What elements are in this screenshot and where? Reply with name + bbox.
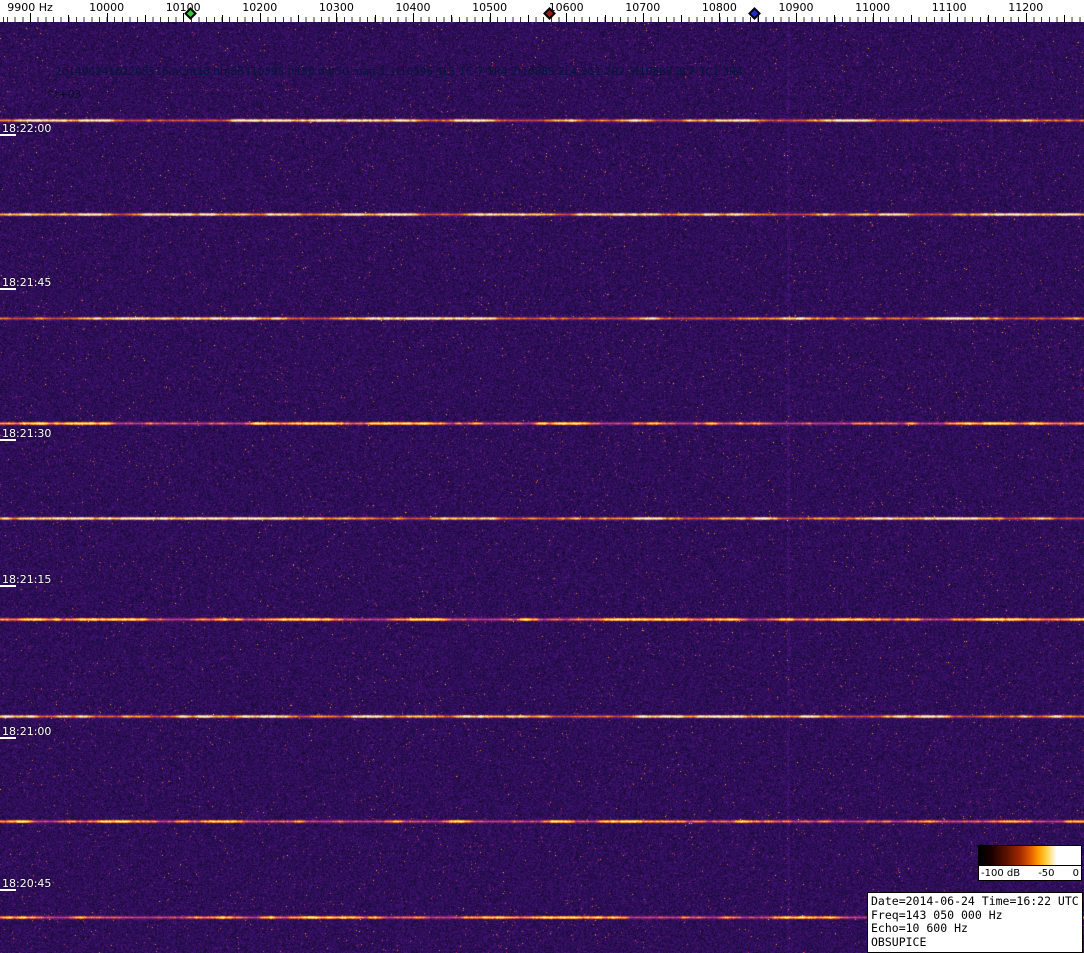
app-window: 9900 Hz 10000 10100 10200 10300 10400 10500 106… (0, 0, 1084, 953)
freq-tick-label: 11200 (1008, 1, 1044, 14)
info-freq-line: Freq=143 050 000 Hz (871, 907, 1003, 922)
time-tick-mark (0, 889, 16, 891)
time-tick-mark (0, 288, 16, 290)
freq-mid-tick-mark (374, 15, 376, 22)
freq-tick-label: 10200 (242, 1, 278, 14)
scale-note-text: ^t+03 (46, 89, 82, 101)
colorbar-gradient (978, 845, 1082, 866)
colorbar-legend: -100 dB -50 0 (978, 845, 1082, 881)
spectrogram-canvas[interactable] (0, 22, 1084, 953)
time-tick-mark (0, 134, 16, 136)
freq-tick-mark (949, 13, 951, 22)
freq-tick-label: 10800 (701, 1, 737, 14)
freq-mid-tick-mark (910, 15, 912, 22)
freq-mid-tick-mark (144, 15, 146, 22)
freq-tick-mark (719, 13, 721, 22)
freq-tick-label: 10500 (472, 1, 508, 14)
info-echo-line: Echo=10 600 Hz (871, 921, 968, 935)
freq-mid-tick-mark (451, 15, 453, 22)
freq-mid-tick-mark (987, 15, 989, 22)
freq-mid-tick-mark (834, 15, 836, 22)
frequency-ruler[interactable]: 9900 Hz 10000 10100 10200 10300 10400 10500 106… (0, 0, 1084, 22)
time-tick-mark (0, 439, 16, 441)
freq-tick-label: 10900 (778, 1, 814, 14)
freq-tick-mark (796, 13, 797, 22)
freq-mid-tick-mark (604, 15, 606, 22)
time-tick-mark (0, 585, 16, 587)
freq-mid-tick-mark (221, 15, 223, 22)
colorbar-label-min: -100 dB (981, 867, 1021, 879)
freq-tick-mark (872, 13, 874, 22)
freq-tick-label: 11000 (855, 1, 891, 14)
info-date-line: Date=2014-06-24 Time=16:22 UTC (871, 894, 1079, 908)
freq-tick-mark (489, 13, 491, 22)
freq-tick-mark (336, 13, 338, 22)
ruler-minor-ticks (0, 17, 1084, 22)
event-header-text: 20140624162203516 hCnt13 nb-86 f10595 hi… (55, 66, 743, 78)
time-tick-mark (0, 737, 16, 739)
freq-tick-mark (1025, 13, 1027, 22)
freq-tick-label: 10400 (395, 1, 431, 14)
freq-mid-tick-mark (1064, 15, 1066, 22)
status-info-box: Date=2014-06-24 Time=16:22 UTC Freq=143 … (867, 892, 1083, 953)
freq-mid-tick-mark (681, 15, 683, 22)
freq-tick-label: 10300 (318, 1, 354, 14)
colorbar-labels: -100 dB -50 0 (978, 866, 1082, 881)
freq-tick-label: 9900 Hz (7, 1, 53, 14)
freq-mid-tick-mark (527, 15, 529, 22)
freq-tick-mark (259, 13, 261, 22)
freq-tick-mark (30, 13, 31, 22)
freq-tick-mark (106, 13, 108, 22)
freq-tick-label: 11100 (931, 1, 967, 14)
freq-tick-label: 10700 (625, 1, 661, 14)
colorbar-label-mid: -50 (1038, 867, 1055, 879)
colorbar-label-max: 0 (1072, 867, 1079, 879)
info-station-line: OBSUPICE (871, 934, 927, 949)
freq-tick-mark (642, 13, 644, 22)
freq-mid-tick-mark (68, 15, 70, 22)
freq-tick-mark (413, 13, 414, 22)
freq-tick-label: 10000 (89, 1, 125, 14)
freq-mid-tick-mark (298, 15, 300, 22)
freq-tick-mark (566, 13, 568, 22)
